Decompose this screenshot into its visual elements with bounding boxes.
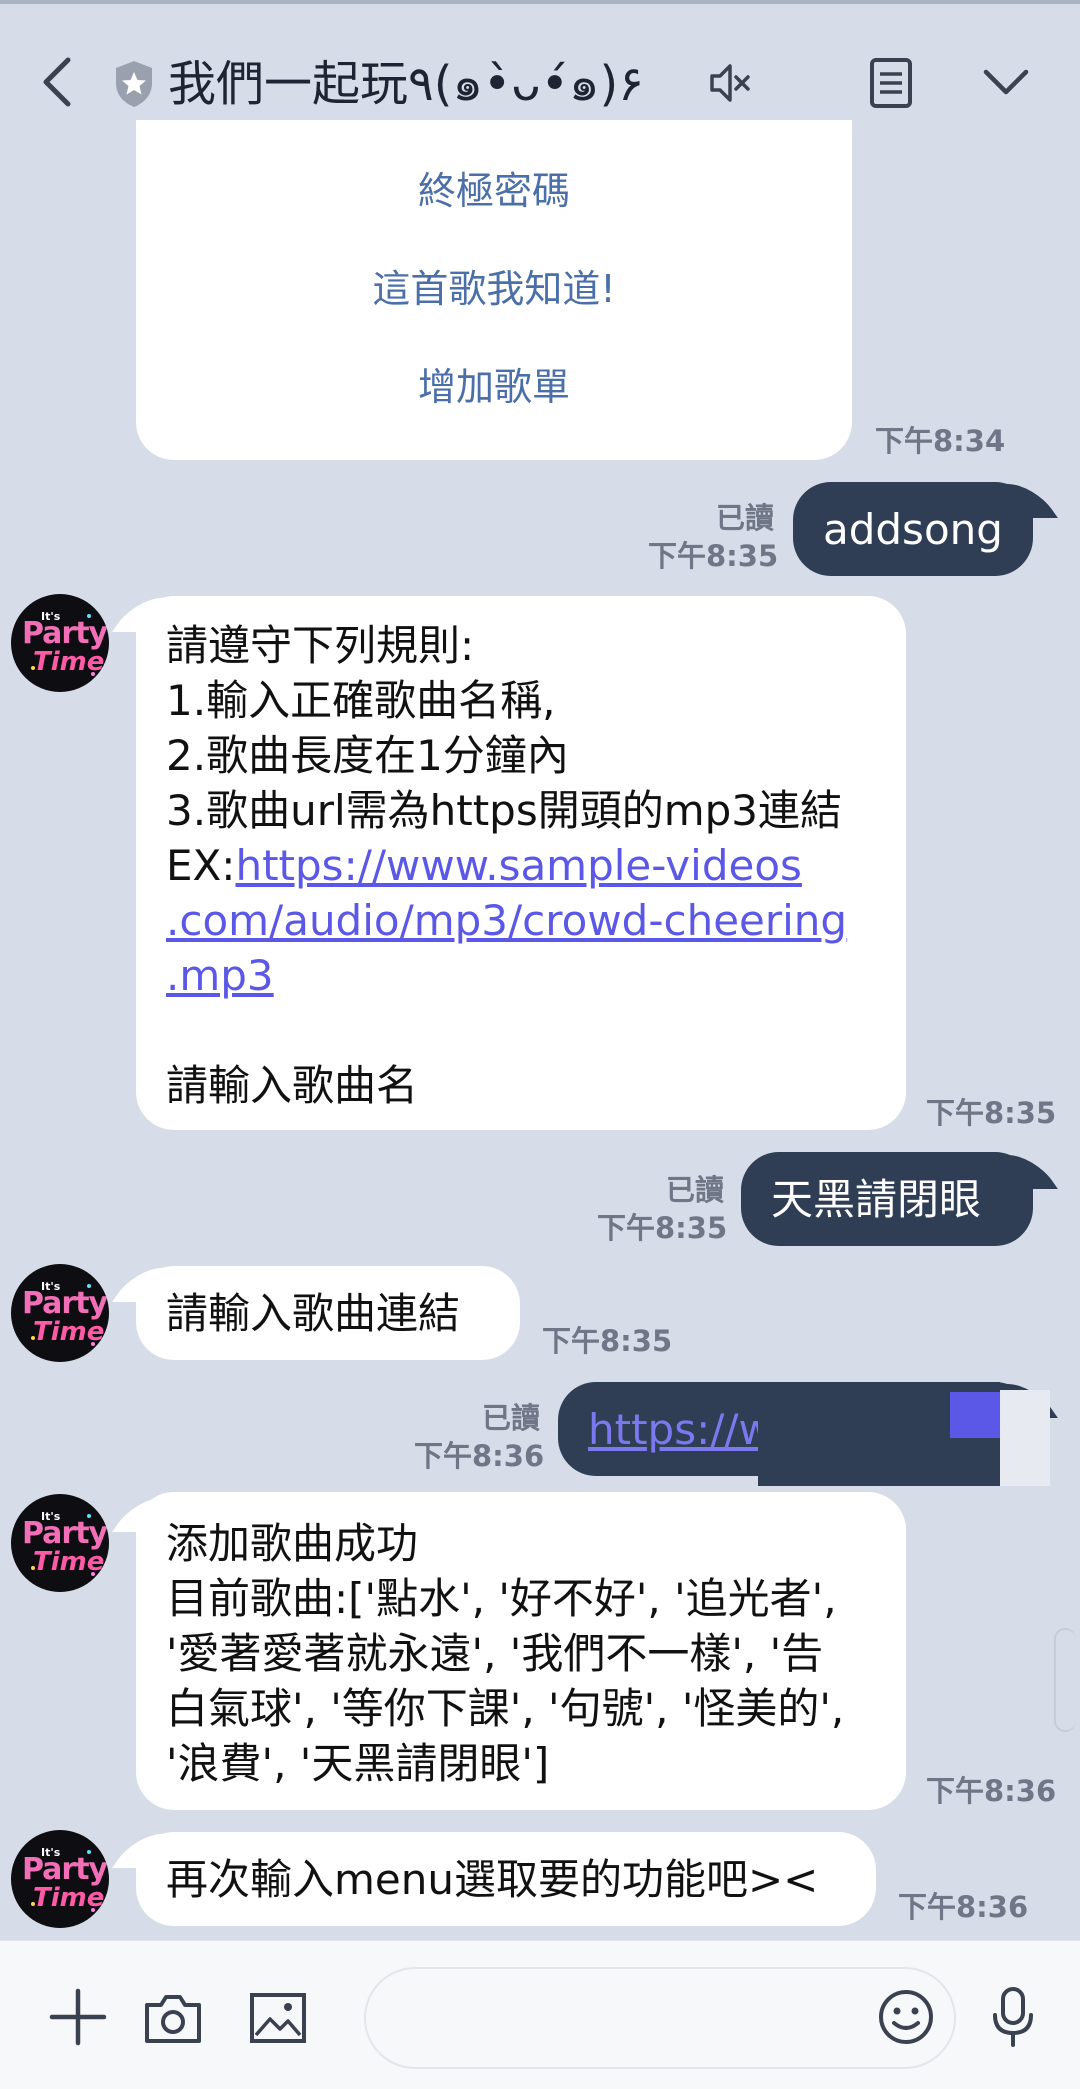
message-text: 請輸入歌曲連結 [166,1289,461,1338]
timestamp: 下午8:35 [542,1324,673,1358]
image-icon[interactable] [248,1991,308,2045]
read-receipt: 已讀 [665,1173,724,1207]
bot-avatar[interactable]: It's Party Time! [11,1264,109,1362]
timestamp: 下午8:36 [414,1439,545,1473]
my-message-bubble[interactable]: addsong [793,482,1033,576]
message-text: 添加歌曲成功 目前歌曲:['點水', '好不好', '追光者', '愛著愛著就永… [166,1519,845,1788]
timestamp: 下午8:36 [926,1774,1057,1808]
camera-icon[interactable] [143,1991,203,2045]
chevron-down-icon[interactable] [982,62,1030,102]
bot-avatar[interactable]: It's Party Time! [11,594,109,692]
message-text: 天黑請閉眼 [771,1175,982,1224]
timestamp: 下午8:34 [875,424,1006,458]
timestamp: 下午8:36 [898,1890,1029,1924]
message-input[interactable] [364,1967,956,2069]
microphone-icon[interactable] [988,1985,1038,2049]
notes-icon[interactable] [868,56,914,110]
bot-avatar[interactable]: It's Party Time! [11,1494,109,1592]
menu-item-ultimate-password[interactable]: 終極密碼 [136,160,852,215]
bot-message-bubble[interactable]: 再次輸入menu選取要的功能吧>< [136,1832,876,1926]
timestamp: 下午8:35 [926,1096,1057,1130]
timestamp: 下午8:35 [597,1211,728,1245]
mute-icon [710,64,750,102]
my-message-bubble[interactable]: 天黑請閉眼 [741,1152,1033,1246]
song-url-link[interactable]: https://w [588,1402,773,1457]
message-text: 請遵守下列規則: 1.輸入正確歌曲名稱, 2.歌曲長度在1分鐘內 3.歌曲url… [166,621,848,1110]
bot-message-bubble[interactable]: 請遵守下列規則: 1.輸入正確歌曲名稱, 2.歌曲長度在1分鐘內 3.歌曲url… [136,596,906,1130]
timestamp: 下午8:35 [648,539,779,573]
menu-item-know-this-song[interactable]: 這首歌我知道! [136,258,852,313]
redaction-highlight [950,1392,1000,1438]
emoji-icon[interactable] [876,1987,936,2047]
bot-avatar[interactable]: It's Party Time! [11,1830,109,1928]
chevron-left-icon[interactable] [36,52,80,112]
message-text: 再次輸入menu選取要的功能吧>< [166,1855,819,1904]
read-receipt: 已讀 [715,501,774,535]
menu-item-add-playlist[interactable]: 增加歌單 [136,356,852,411]
message-text: addsong [823,505,1003,554]
redaction-fade [1000,1390,1050,1486]
scroll-handle[interactable] [1054,1628,1076,1732]
shield-icon [116,61,152,107]
bot-message-bubble[interactable]: 請輸入歌曲連結 [136,1266,520,1360]
chat-title[interactable]: 我們一起玩٩(๑•̀ᴗ•́๑)۶ [168,44,644,124]
sample-url-link[interactable]: https://www.sample-videos .com/audio/mp3/… [166,841,847,1000]
read-receipt: 已讀 [481,1401,540,1435]
plus-icon[interactable] [48,1987,108,2047]
composer-bar [0,1940,1080,2089]
bot-message-bubble[interactable]: 添加歌曲成功 目前歌曲:['點水', '好不好', '追光者', '愛著愛著就永… [136,1492,906,1810]
